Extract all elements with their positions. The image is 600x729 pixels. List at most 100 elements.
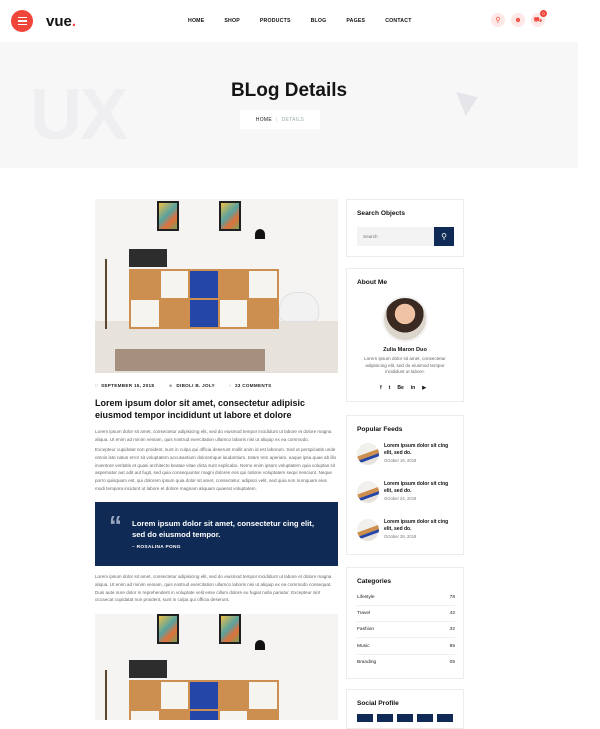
- youtube-icon[interactable]: [437, 714, 453, 722]
- category-name[interactable]: Fashion: [357, 627, 374, 632]
- breadcrumb-home[interactable]: HOME: [256, 117, 272, 123]
- avatar: [382, 296, 428, 342]
- about-name: Zulia Maron Duo: [383, 347, 427, 353]
- category-item[interactable]: Fashion 32: [357, 627, 455, 632]
- nav-shop[interactable]: SHOP: [224, 18, 240, 24]
- feed-thumbnail: [357, 519, 379, 541]
- feed-date: October 28, 2018: [384, 534, 417, 539]
- page-hero: UX BLog Details HOME | DETAILS: [0, 42, 578, 168]
- speaker: [129, 249, 167, 267]
- search-widget-title: Search Objects: [357, 210, 406, 217]
- social-profile-title: Social Profile: [357, 700, 399, 707]
- nav-pages[interactable]: PAGES: [346, 18, 365, 24]
- category-name[interactable]: Music: [357, 644, 370, 649]
- feed-thumbnail: [357, 443, 379, 465]
- nav-contact[interactable]: CONTACT: [385, 18, 411, 24]
- divider: [357, 621, 455, 622]
- nav-products[interactable]: PRODUCTS: [260, 18, 291, 24]
- search-button[interactable]: ⚲: [434, 227, 454, 246]
- about-widget-title: About Me: [357, 279, 388, 286]
- post-author[interactable]: ☻ DIBOLI B. JOLY: [168, 383, 215, 388]
- search-icon: ⚲: [441, 232, 447, 241]
- feed-date: October 24, 2018: [384, 496, 417, 501]
- quote-text: Lorem ipsum dolor sit amet, consectetur …: [132, 519, 314, 539]
- twitter-icon[interactable]: t: [389, 385, 391, 391]
- category-name[interactable]: Lifestyle: [357, 595, 375, 600]
- post-paragraph-1: Lorem ipsum dolor sit amet, consectetur …: [95, 429, 332, 442]
- category-count: 42: [449, 611, 455, 616]
- category-name[interactable]: Travel: [357, 611, 370, 616]
- post-second-image: [95, 614, 338, 720]
- blockquote: “ Lorem ipsum dolor sit amet, consectetu…: [95, 502, 338, 566]
- feed-title[interactable]: Lorem ipsum dolor sit cing elit, sed do.: [384, 443, 454, 456]
- lamp: [255, 229, 265, 239]
- chair: [280, 293, 318, 321]
- comment-icon: ○: [228, 383, 232, 388]
- about-widget: About Me Zulia Maron Duo Lorem ipsum dol…: [346, 268, 464, 402]
- linkedin-icon[interactable]: [417, 714, 433, 722]
- divider: [357, 637, 455, 638]
- about-text: Lorem ipsum dolor sit amet, consectetur …: [364, 356, 446, 374]
- cabinet: [129, 269, 279, 329]
- feed-item[interactable]: Lorem ipsum dolor sit cing elit, sed do.…: [357, 443, 454, 465]
- behance-icon[interactable]: [397, 714, 413, 722]
- categories-title: Categories: [357, 578, 392, 585]
- painting-left: [157, 201, 179, 231]
- divider: [357, 654, 455, 655]
- post-date: □ SEPTEMBER 15, 2018: [95, 383, 155, 388]
- category-item[interactable]: Travel 42: [357, 611, 455, 616]
- behance-icon[interactable]: Be: [397, 385, 403, 391]
- user-icon: ☻: [168, 383, 174, 388]
- page-title: BLog Details: [230, 80, 348, 101]
- category-name[interactable]: Branding: [357, 660, 376, 665]
- popular-feeds-widget: Popular Feeds Lorem ipsum dolor sit cing…: [346, 415, 464, 555]
- bonsai-tree: [105, 670, 123, 720]
- painting-right: [219, 614, 241, 644]
- nav-blog[interactable]: BLOG: [311, 18, 327, 24]
- logo[interactable]: vue.: [46, 13, 76, 30]
- category-item[interactable]: Lifestyle 78: [357, 595, 455, 600]
- twitter-icon[interactable]: [377, 714, 393, 722]
- feed-item[interactable]: Lorem ipsum dolor sit cing elit, sed do.…: [357, 519, 454, 541]
- user-icon[interactable]: ☻: [511, 13, 525, 27]
- popular-feeds-title: Popular Feeds: [357, 426, 403, 433]
- painting-left: [157, 614, 179, 644]
- category-count: 85: [449, 644, 455, 649]
- search-icon[interactable]: ⚲: [491, 13, 505, 27]
- speaker: [129, 660, 167, 678]
- feed-item[interactable]: Lorem ipsum dolor sit cing elit, sed do.…: [357, 481, 454, 503]
- nav-home[interactable]: HOME: [188, 18, 204, 24]
- post-meta: □ SEPTEMBER 15, 2018 ☻ DIBOLI B. JOLY ○ 23 …: [95, 383, 271, 388]
- category-count: 05: [449, 660, 455, 665]
- menu-icon[interactable]: [11, 10, 33, 32]
- youtube-icon[interactable]: ▶: [422, 385, 426, 391]
- post-comments[interactable]: ○ 23 COMMENTS: [229, 383, 272, 388]
- cabinet: [129, 680, 279, 720]
- category-count: 32: [449, 627, 455, 632]
- category-count: 78: [449, 595, 455, 600]
- breadcrumb-current: DETAILS: [281, 116, 305, 123]
- social-profile-widget: Social Profile: [346, 689, 464, 729]
- search-widget: Search Objects ⚲: [346, 199, 464, 257]
- calendar-icon: □: [95, 383, 99, 388]
- category-item[interactable]: Music 85: [357, 644, 455, 649]
- post-featured-image: [95, 199, 338, 373]
- category-item[interactable]: Branding 05: [357, 660, 455, 665]
- feed-title[interactable]: Lorem ipsum dolor sit cing elit, sed do.: [384, 481, 454, 494]
- linkedin-icon[interactable]: in: [411, 385, 415, 391]
- feed-title[interactable]: Lorem ipsum dolor sit cing elit, sed do.: [384, 519, 454, 532]
- quote-author: – ROSALINA PONG: [132, 545, 181, 550]
- lamp: [255, 640, 265, 650]
- facebook-icon[interactable]: f: [380, 385, 382, 391]
- categories-widget: Categories Lifestyle 78 Travel 42 Fashion 3…: [346, 567, 464, 679]
- post-paragraph-3: Lorem ipsum dolor sit amet, consectetur …: [95, 574, 332, 603]
- facebook-icon[interactable]: [357, 714, 373, 722]
- post-paragraph-2: Excepteur cupidatat non proident, sunt i…: [95, 447, 337, 491]
- feed-date: October 16, 2018: [384, 458, 417, 463]
- main-nav: HOME SHOP PRODUCTS BLOG PAGES CONTACT: [188, 18, 432, 24]
- bonsai-tree: [105, 259, 123, 329]
- feed-thumbnail: [357, 481, 379, 503]
- post-title: Lorem ipsum dolor sit amet, consectetur …: [95, 398, 306, 420]
- quote-icon: “: [109, 510, 122, 540]
- cart-count-badge: 0: [540, 10, 547, 17]
